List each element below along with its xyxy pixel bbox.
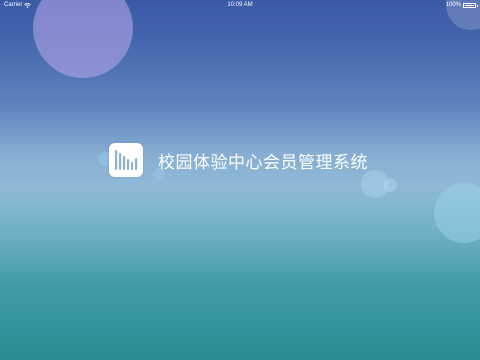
decorative-bubble — [383, 178, 397, 192]
battery-percent: 100% — [445, 2, 461, 8]
bar-chart-app-icon — [109, 143, 143, 177]
clock: 10:09 AM — [227, 2, 253, 8]
battery-level — [465, 4, 474, 6]
splash-screen: Carrier 10:09 AM 100% 校园体验中心会员管理系统 — [0, 0, 480, 360]
decorative-bubble — [33, 0, 133, 78]
status-bar: Carrier 10:09 AM 100% — [0, 0, 480, 10]
decorative-bubble — [434, 183, 480, 243]
battery-indicator: 100% — [445, 2, 478, 8]
splash-title-row: 校园体验中心会员管理系统 — [109, 143, 368, 177]
app-title: 校园体验中心会员管理系统 — [158, 152, 368, 173]
battery-icon — [463, 2, 478, 8]
